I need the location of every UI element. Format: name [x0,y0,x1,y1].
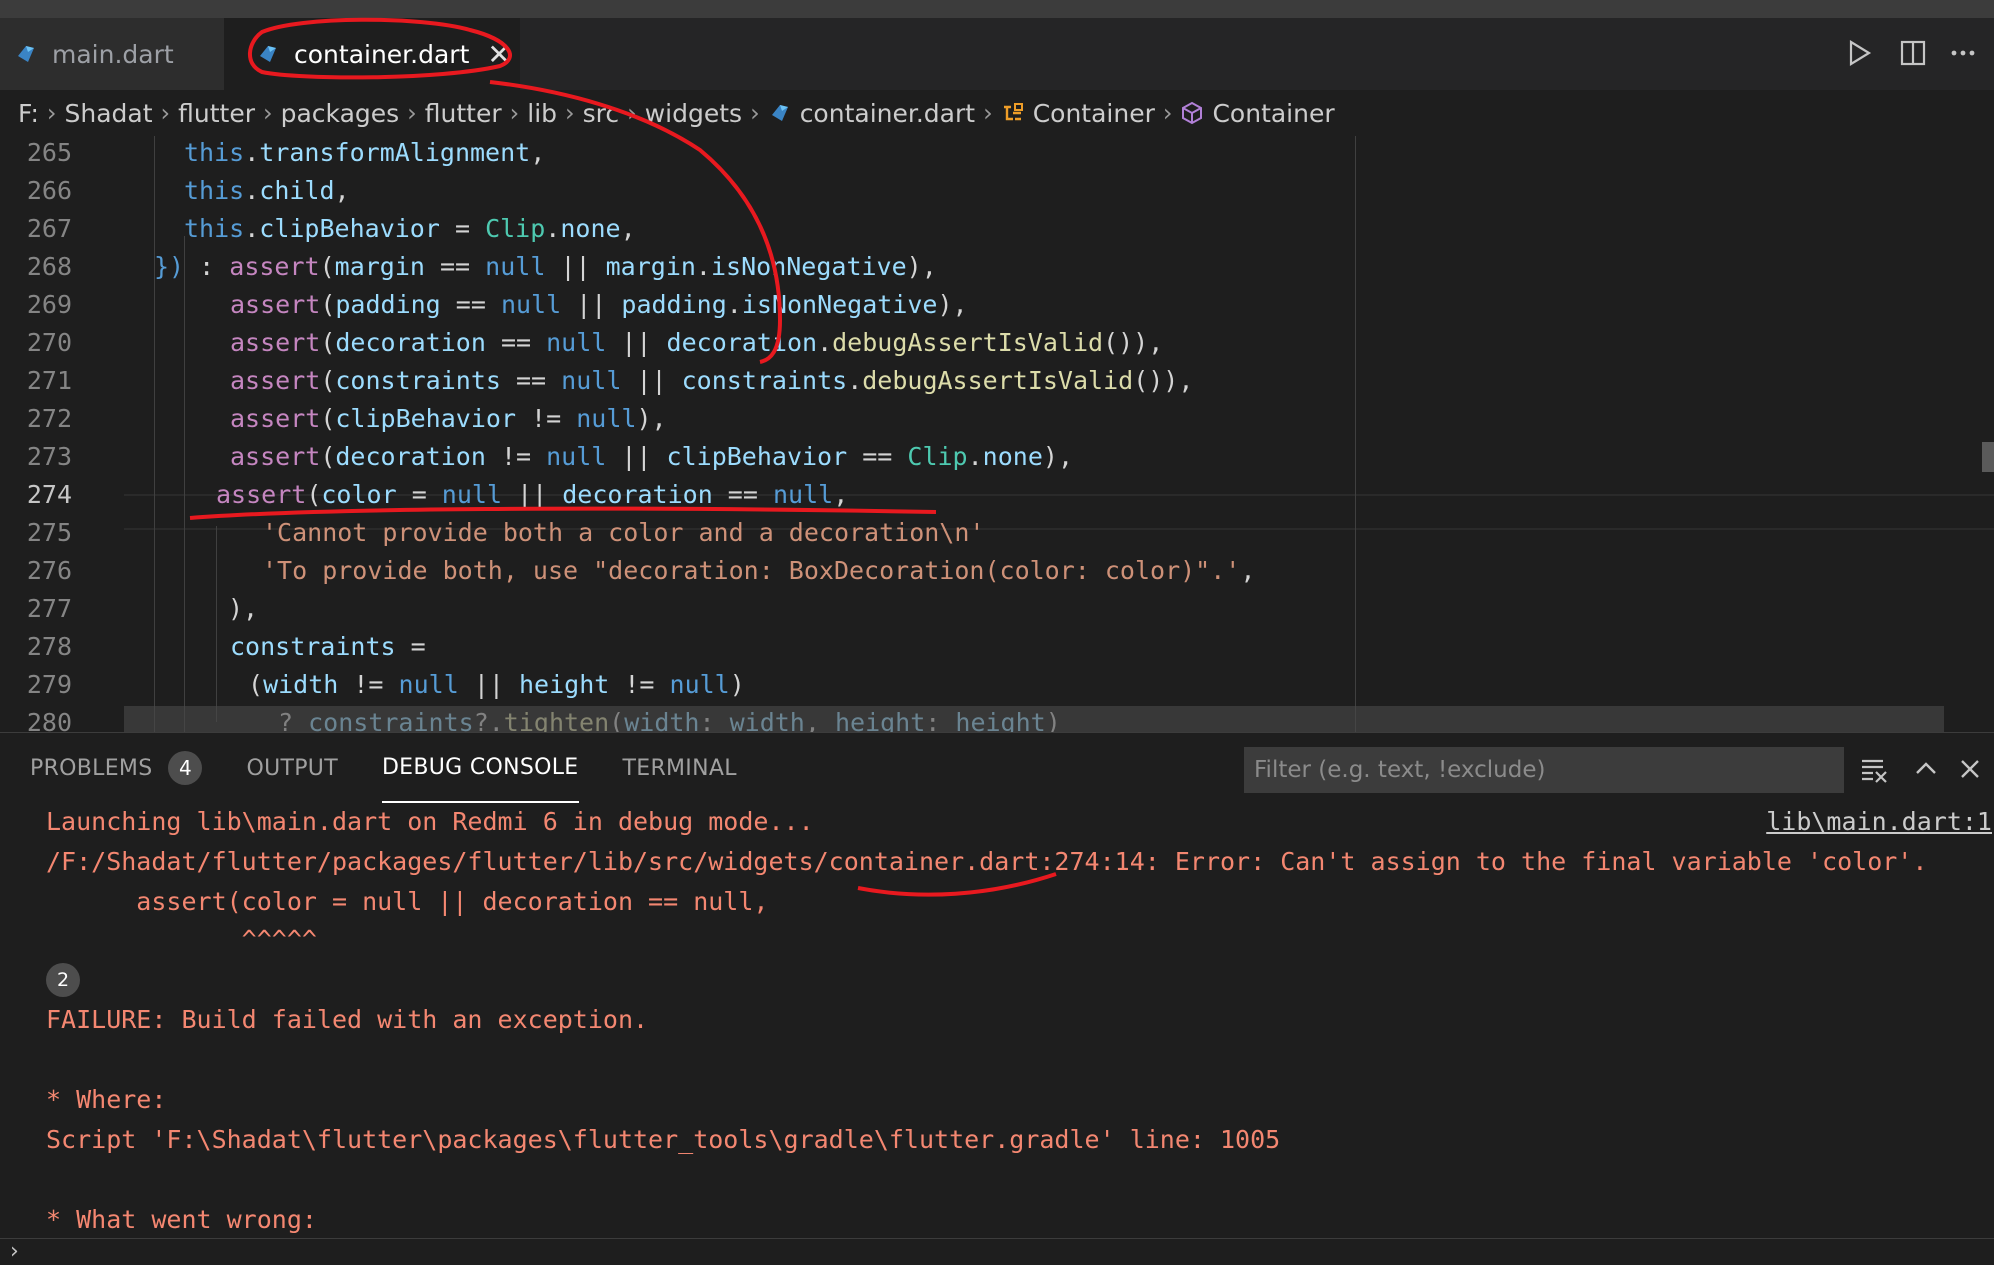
code-line: this.child, [184,176,350,205]
code-line: }) : assert(margin == null || margin.isN… [154,252,937,281]
indent-guide [216,526,217,722]
horizontal-scrollbar[interactable] [124,706,1944,732]
editor-ruler [1355,136,1356,732]
tab-label: main.dart [52,39,174,69]
console-line: * What went wrong: [46,1205,317,1234]
tab-output[interactable]: OUTPUT [246,733,337,803]
tab-container-dart[interactable]: container.dart ✕ [224,18,520,90]
console-line: ^^^^^ [46,925,317,954]
code-line: assert(color = null || decoration == nul… [216,480,849,509]
close-panel-icon[interactable] [1954,753,1986,785]
line-number: 273 [26,442,72,471]
breadcrumb-item[interactable]: flutter [425,99,502,128]
breadcrumb: F: › Shadat › flutter › packages › flutter › … [0,90,1994,136]
breadcrumb-item[interactable]: lib [527,99,557,128]
tab-label: DEBUG CONSOLE [381,754,579,780]
breadcrumb-item[interactable]: Container [1212,99,1334,128]
breadcrumb-item[interactable]: container.dart [800,99,975,128]
code-line: 'To provide both, use "decoration: BoxDe… [262,556,1256,585]
dart-file-icon [14,42,38,66]
line-number: 276 [26,556,72,585]
breadcrumb-item[interactable]: widgets [645,99,742,128]
line-number: 266 [26,176,72,205]
line-number: 265 [26,138,72,167]
editor-tab-bar: main.dart container.dart ✕ [0,18,1994,90]
code-line: assert(padding == null || padding.isNonN… [230,290,968,319]
source-link[interactable]: lib\main.dart:1 [1766,807,1992,836]
line-number: 277 [26,594,72,623]
tab-main-dart[interactable]: main.dart [0,18,224,90]
code-line: assert(constraints == null || constraint… [230,366,1194,395]
console-line: * Where: [46,1085,167,1114]
run-icon[interactable] [1842,36,1876,70]
breadcrumb-item[interactable]: Shadat [64,99,152,128]
class-icon [1001,101,1025,125]
line-number: 274 [26,480,72,509]
line-number: 271 [26,366,72,395]
code-line: ), [228,594,259,623]
breadcrumb-item[interactable]: Container [1033,99,1155,128]
tab-label: TERMINAL [622,755,737,781]
maximize-panel-icon[interactable] [1910,753,1942,785]
indent-guide [154,136,155,732]
tab-problems[interactable]: PROBLEMS 4 [30,733,203,803]
line-number: 280 [26,708,72,732]
line-number: 270 [26,328,72,357]
panel-tabs: PROBLEMS 4 OUTPUT DEBUG CONSOLE TERMINAL [0,733,751,803]
repeat-count-badge: 2 [46,963,80,997]
breadcrumb-item[interactable]: packages [281,99,400,128]
clear-console-icon[interactable] [1858,753,1890,785]
console-line: FAILURE: Build failed with an exception. [46,1005,649,1034]
console-line: /F:/Shadat/flutter/packages/flutter/lib/… [46,847,1928,876]
close-icon[interactable]: ✕ [487,38,510,71]
tab-label: container.dart [294,39,470,69]
line-number: 275 [26,518,72,547]
breadcrumb-item[interactable]: src [583,99,620,128]
line-number: 269 [26,290,72,319]
breadcrumb-item[interactable]: F: [18,99,39,128]
code-line: 'Cannot provide both a color and a decor… [262,518,985,547]
console-line: Launching lib\main.dart on Redmi 6 in de… [46,807,814,836]
bottom-panel: PROBLEMS 4 OUTPUT DEBUG CONSOLE TERMINAL… [0,732,1994,1265]
console-line: assert(color = null || decoration == nul… [46,887,769,916]
breadcrumb-item[interactable]: flutter [178,99,255,128]
code-line: assert(decoration == null || decoration.… [230,328,1164,357]
tab-debug-console[interactable]: DEBUG CONSOLE [381,733,579,803]
tab-label: OUTPUT [246,755,338,781]
line-number: 268 [26,252,72,281]
code-editor[interactable]: 265 this.transformAlignment, 266 this.child… [0,136,1994,732]
line-number: 279 [26,670,72,699]
vertical-scrollbar-thumb[interactable] [1982,442,1994,472]
filter-placeholder: Filter (e.g. text, !exclude) [1254,757,1546,783]
code-line: (width != null || height != null) [248,670,745,699]
console-input[interactable]: › [0,1238,1994,1264]
split-editor-icon[interactable] [1896,36,1930,70]
code-line: this.clipBehavior = Clip.none, [184,214,636,243]
more-icon[interactable] [1946,36,1980,70]
code-line: constraints = [230,632,426,661]
dart-file-icon [256,42,280,66]
console-line: Script 'F:\Shadat\flutter\packages\flutt… [46,1125,1281,1154]
console-prompt: › [10,1239,19,1264]
dart-file-icon [768,101,792,125]
title-strip [0,0,1994,18]
indent-guide [184,236,185,732]
code-line: this.transformAlignment, [184,138,546,167]
console-filter-input[interactable]: Filter (e.g. text, !exclude) [1244,747,1844,793]
code-line: assert(decoration != null || clipBehavio… [230,442,1073,471]
cube-icon [1180,101,1204,125]
line-number: 272 [26,404,72,433]
code-line: assert(clipBehavior != null), [230,404,667,433]
tab-terminal[interactable]: TERMINAL [623,733,737,803]
line-number: 278 [26,632,72,661]
line-number: 267 [26,214,72,243]
tab-label: PROBLEMS [30,755,153,781]
problems-count-badge: 4 [168,751,203,785]
